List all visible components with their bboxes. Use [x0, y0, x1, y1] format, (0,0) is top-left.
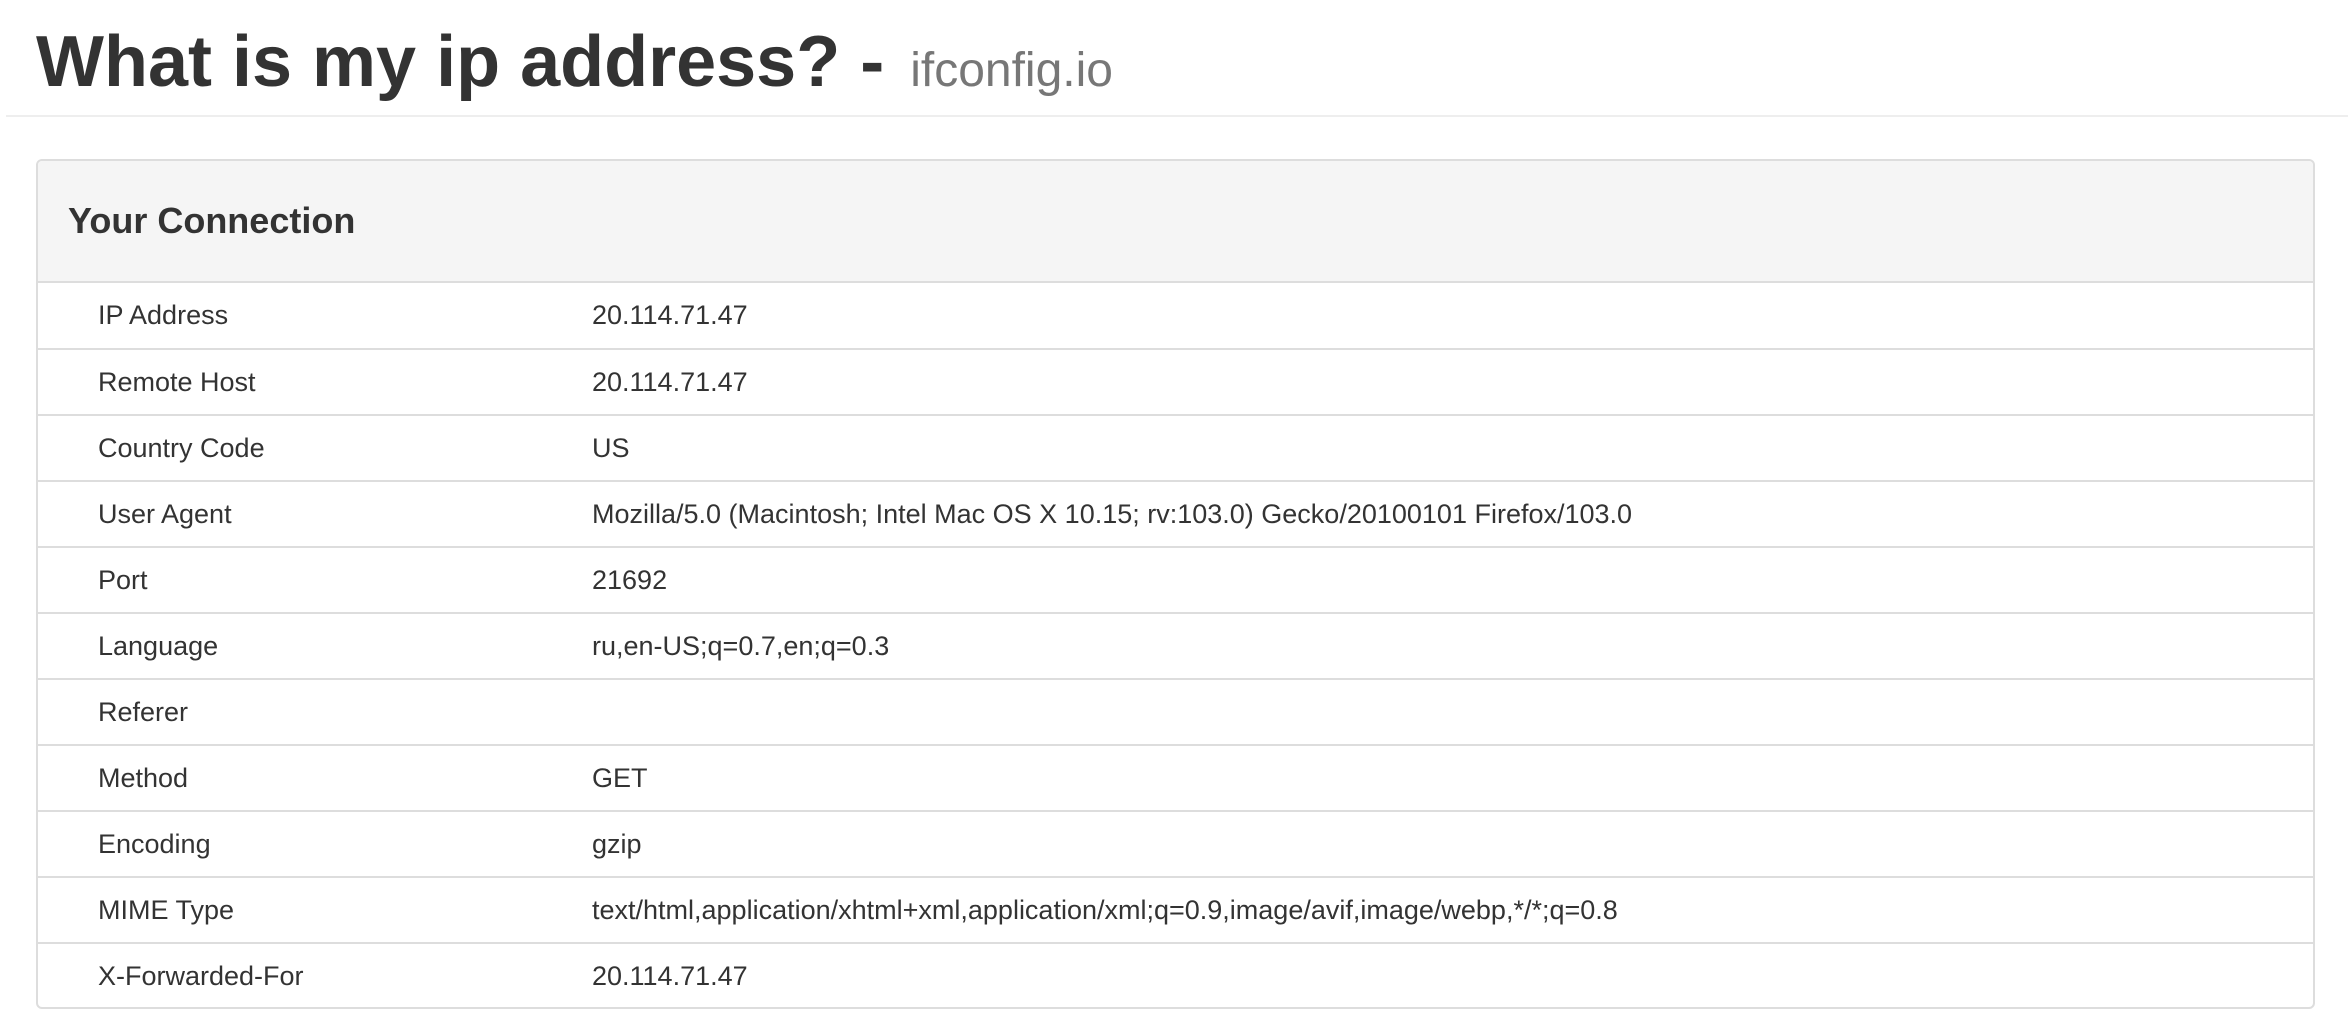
table-row-referer: Referer: [38, 678, 2313, 745]
row-label: Language: [38, 612, 592, 679]
page-subtitle: ifconfig.io: [910, 44, 1113, 97]
page-title-text: What is my ip address? -: [36, 22, 885, 102]
table-row-user-agent: User Agent Mozilla/5.0 (Macintosh; Intel…: [38, 480, 2313, 547]
panel-heading: Your Connection: [38, 161, 2313, 283]
table-row-ip-address: IP Address 20.114.71.47: [38, 283, 2313, 349]
row-value: ru,en-US;q=0.7,en;q=0.3: [592, 612, 2313, 679]
table-row-method: Method GET: [38, 744, 2313, 811]
row-label: Encoding: [38, 810, 592, 877]
row-label: X-Forwarded-For: [38, 942, 592, 1007]
row-value: US: [592, 414, 2313, 481]
row-value: gzip: [592, 810, 2313, 877]
row-value: [592, 678, 2313, 745]
page-title: What is my ip address? - ifconfig.io: [36, 12, 1113, 121]
row-value: text/html,application/xhtml+xml,applicat…: [592, 876, 2313, 943]
row-label: Referer: [38, 678, 592, 745]
table-row-mime-type: MIME Type text/html,application/xhtml+xm…: [38, 876, 2313, 943]
row-label: User Agent: [38, 480, 592, 547]
row-value: Mozilla/5.0 (Macintosh; Intel Mac OS X 1…: [592, 480, 2313, 547]
row-value: 20.114.71.47: [592, 348, 2313, 415]
table-row-language: Language ru,en-US;q=0.7,en;q=0.3: [38, 612, 2313, 679]
table-row-remote-host: Remote Host 20.114.71.47: [38, 348, 2313, 415]
row-value: GET: [592, 744, 2313, 811]
panel-title: Your Connection: [68, 200, 356, 241]
connection-table: IP Address 20.114.71.47 Remote Host 20.1…: [38, 283, 2313, 1007]
row-value: 20.114.71.47: [592, 300, 748, 330]
table-row-port: Port 21692: [38, 546, 2313, 613]
row-label: MIME Type: [38, 876, 592, 943]
connection-panel: Your Connection IP Address 20.114.71.47 …: [36, 159, 2315, 1009]
row-label: Method: [38, 744, 592, 811]
table-row-x-forwarded-for: X-Forwarded-For 20.114.71.47: [38, 942, 2313, 1007]
table-row-country-code: Country Code US: [38, 414, 2313, 481]
row-label: Remote Host: [38, 348, 592, 415]
row-label: IP Address: [98, 300, 229, 330]
page-header: What is my ip address? - ifconfig.io: [6, 0, 2348, 117]
row-value: 20.114.71.47: [592, 942, 2313, 1007]
row-label: Port: [38, 546, 592, 613]
row-label: Country Code: [38, 414, 592, 481]
table-row-encoding: Encoding gzip: [38, 810, 2313, 877]
row-value: 21692: [592, 546, 2313, 613]
